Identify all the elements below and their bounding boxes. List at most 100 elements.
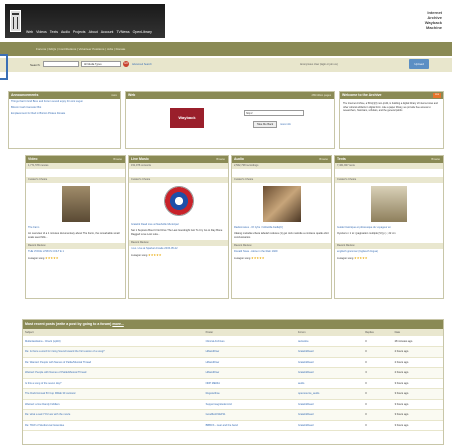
post-subject[interactable]: Re: what a sad YOU are with the movie [23,409,204,421]
post-poster[interactable]: HifiandFlow [203,357,296,368]
steal-your-face-thumbnail-icon[interactable] [163,186,194,216]
nav-openlibrary[interactable]: OpenLibrary [133,30,152,34]
audio-header: Audio Browse [232,156,331,163]
post-date: 2 hours ago [392,346,443,358]
post-poster[interactable]: Goodfield NEP11 [203,409,296,421]
table-row[interactable]: Re: Is there a word for rising Sound tow… [23,346,443,358]
post-forum[interactable]: GratefulDead [296,399,364,410]
texts-title[interactable]: Texts [337,157,346,161]
table-row[interactable]: The Dodd Annual 50 Cup FREE 30 cantoral … [23,388,443,400]
search-input[interactable] [43,61,79,67]
post-forum[interactable]: GratefulDead [296,420,364,431]
wayback-url-input[interactable]: http:// [244,110,304,116]
nav-web[interactable]: Web [26,30,33,34]
announcements-more-link[interactable]: more [111,92,117,99]
post-replies: 0 [363,357,393,368]
breadcrumb[interactable]: Forums | FAQs | Contributions | Voluntee… [36,47,125,51]
live-music-title[interactable]: Live Music [131,157,149,161]
post-forum[interactable]: GratefulDead [296,367,364,379]
post-subject[interactable]: Mullerlaw&sina - Check (split3) [23,336,204,347]
post-date: 3 hours ago [392,420,443,431]
post-subject[interactable]: Re: TDW of Studiorunal Gwendee [23,420,204,431]
nav-projects[interactable]: Projects [73,30,86,34]
post-date: 2 hours ago [392,357,443,368]
search-label: Search: [30,63,41,67]
forum-title: Most recent posts (write a post by going… [25,322,112,326]
video-title[interactable]: Video [28,157,37,161]
table-row[interactable]: Re: TDW of Studiorunal Gwendee BBBCS - n… [23,420,443,431]
audio-browse-link[interactable]: Browse [319,156,328,163]
rss-icon[interactable]: RSS [433,93,441,98]
post-forum[interactable]: texts/ebe [296,336,364,347]
take-me-back-button[interactable]: Take Me Back [253,121,277,128]
more-info-link[interactable]: more info [280,123,291,126]
nav-account[interactable]: Account [101,30,114,34]
media-type-select[interactable]: All Media Types [81,61,121,67]
post-forum[interactable]: GratefulDead [296,357,364,368]
live-music-panel: Live Music Browse 151,976 concerts Curat… [128,155,229,299]
top-bar: Web Videos Texts Audio Projects About Ac… [0,0,452,42]
rating-stars-icon: ★★★★★ [45,256,59,260]
selection-bracket [0,54,8,80]
video-thumbnail[interactable] [61,186,90,222]
post-date: 3 hours ago [392,378,443,389]
post-replies: 3 [363,367,393,379]
nav-audio[interactable]: Audio [61,30,70,34]
live-music-browse-link[interactable]: Browse [216,156,225,163]
archive-logo-icon[interactable] [10,10,21,32]
upload-button[interactable]: Upload [409,59,429,69]
table-row[interactable]: Wanted: People with Names of Pattle/Musi… [23,367,443,379]
post-subject[interactable]: Re: Wanted: People with Names of Pattle/… [23,357,204,368]
video-browse-link[interactable]: Browse [113,156,122,163]
advanced-search-link[interactable]: Advanced Search [132,63,152,66]
post-forum[interactable]: GratefulDead [296,346,364,358]
post-subject[interactable]: Wanted: People with Names of Pattle/Musi… [23,367,204,379]
rating-stars-icon: ★★★★★ [148,253,162,257]
post-poster[interactable]: Regularthoe [203,388,296,400]
forum-more-link[interactable]: more... [112,322,123,326]
table-row[interactable]: Re: what a sad YOU are with the movie Go… [23,409,443,421]
post-poster[interactable]: Clinical Archives [203,336,296,347]
web-panel: Web 289 billion pages Wayback http:// Ta… [125,91,335,149]
nav-texts[interactable]: Texts [50,30,58,34]
audio-item-desc: Ukaing melodia urbera tabela'i reduces (… [234,232,329,239]
post-replies: 0 [363,409,393,421]
table-row[interactable]: Is this a song of the seven day? NDP MED… [23,378,443,389]
post-subject[interactable]: Re: Is there a word for rising Sound tow… [23,346,204,358]
post-forum[interactable]: GratefulDead [296,409,364,421]
go-button[interactable]: GO [123,61,129,67]
post-poster[interactable]: HifiandFlow [203,346,296,358]
forum-header: Most recent posts (write a post by going… [23,320,443,329]
post-subject[interactable]: Wanted: a few Dandy Fiddlers [23,399,204,410]
texts-browse-link[interactable]: Browse [431,156,440,163]
nav-tvnews[interactable]: TVNews [116,30,129,34]
post-poster[interactable]: NDP MEDIA [203,378,296,389]
table-row[interactable]: Mullerlaw&sina - Check (split3) Clinical… [23,336,443,347]
live-music-count: 151,976 concerts [129,163,228,169]
nav-videos[interactable]: Videos [36,30,47,34]
post-poster[interactable]: Suppermagnitudemind [203,399,296,410]
table-row[interactable]: Wanted: a few Dandy Fiddlers Suppermagni… [23,399,443,410]
nav-about[interactable]: About [89,30,98,34]
web-count: 289 billion pages [311,94,331,97]
post-subject[interactable]: The Dodd Annual 50 Cup FREE 30 cantoral [23,388,204,400]
audio-thumbnail[interactable] [262,186,301,222]
audio-staff-picks: Curator's Choice [232,177,331,183]
live-music-staff-picks: Curator's Choice [129,177,228,183]
post-replies: 0 [363,388,393,400]
audio-panel: Audio Browse 2,562,738 recordings Curato… [231,155,332,299]
post-poster[interactable]: HifiandFlow [203,367,296,379]
announcement-item[interactable]: Emplacement for Red in Bitcoin Pirates D… [9,111,120,117]
post-subject[interactable]: Is this a song of the seven day? [23,378,204,389]
live-music-header: Live Music Browse [129,156,228,163]
post-forum[interactable]: opensource_audio [296,388,364,400]
post-poster[interactable]: BBBCS - near and the band [203,420,296,431]
wayback-machine-logo[interactable]: Wayback [170,108,204,128]
post-date: 3 hours ago [392,388,443,400]
wayback-logo[interactable]: Internet Archive Wayback Machine [412,10,442,30]
post-forum[interactable]: audio [296,378,364,389]
post-date: 3 hours ago [392,409,443,421]
audio-title[interactable]: Audio [234,157,244,161]
texts-thumbnail[interactable] [371,186,407,222]
table-row[interactable]: Re: Wanted: People with Names of Pattle/… [23,357,443,368]
